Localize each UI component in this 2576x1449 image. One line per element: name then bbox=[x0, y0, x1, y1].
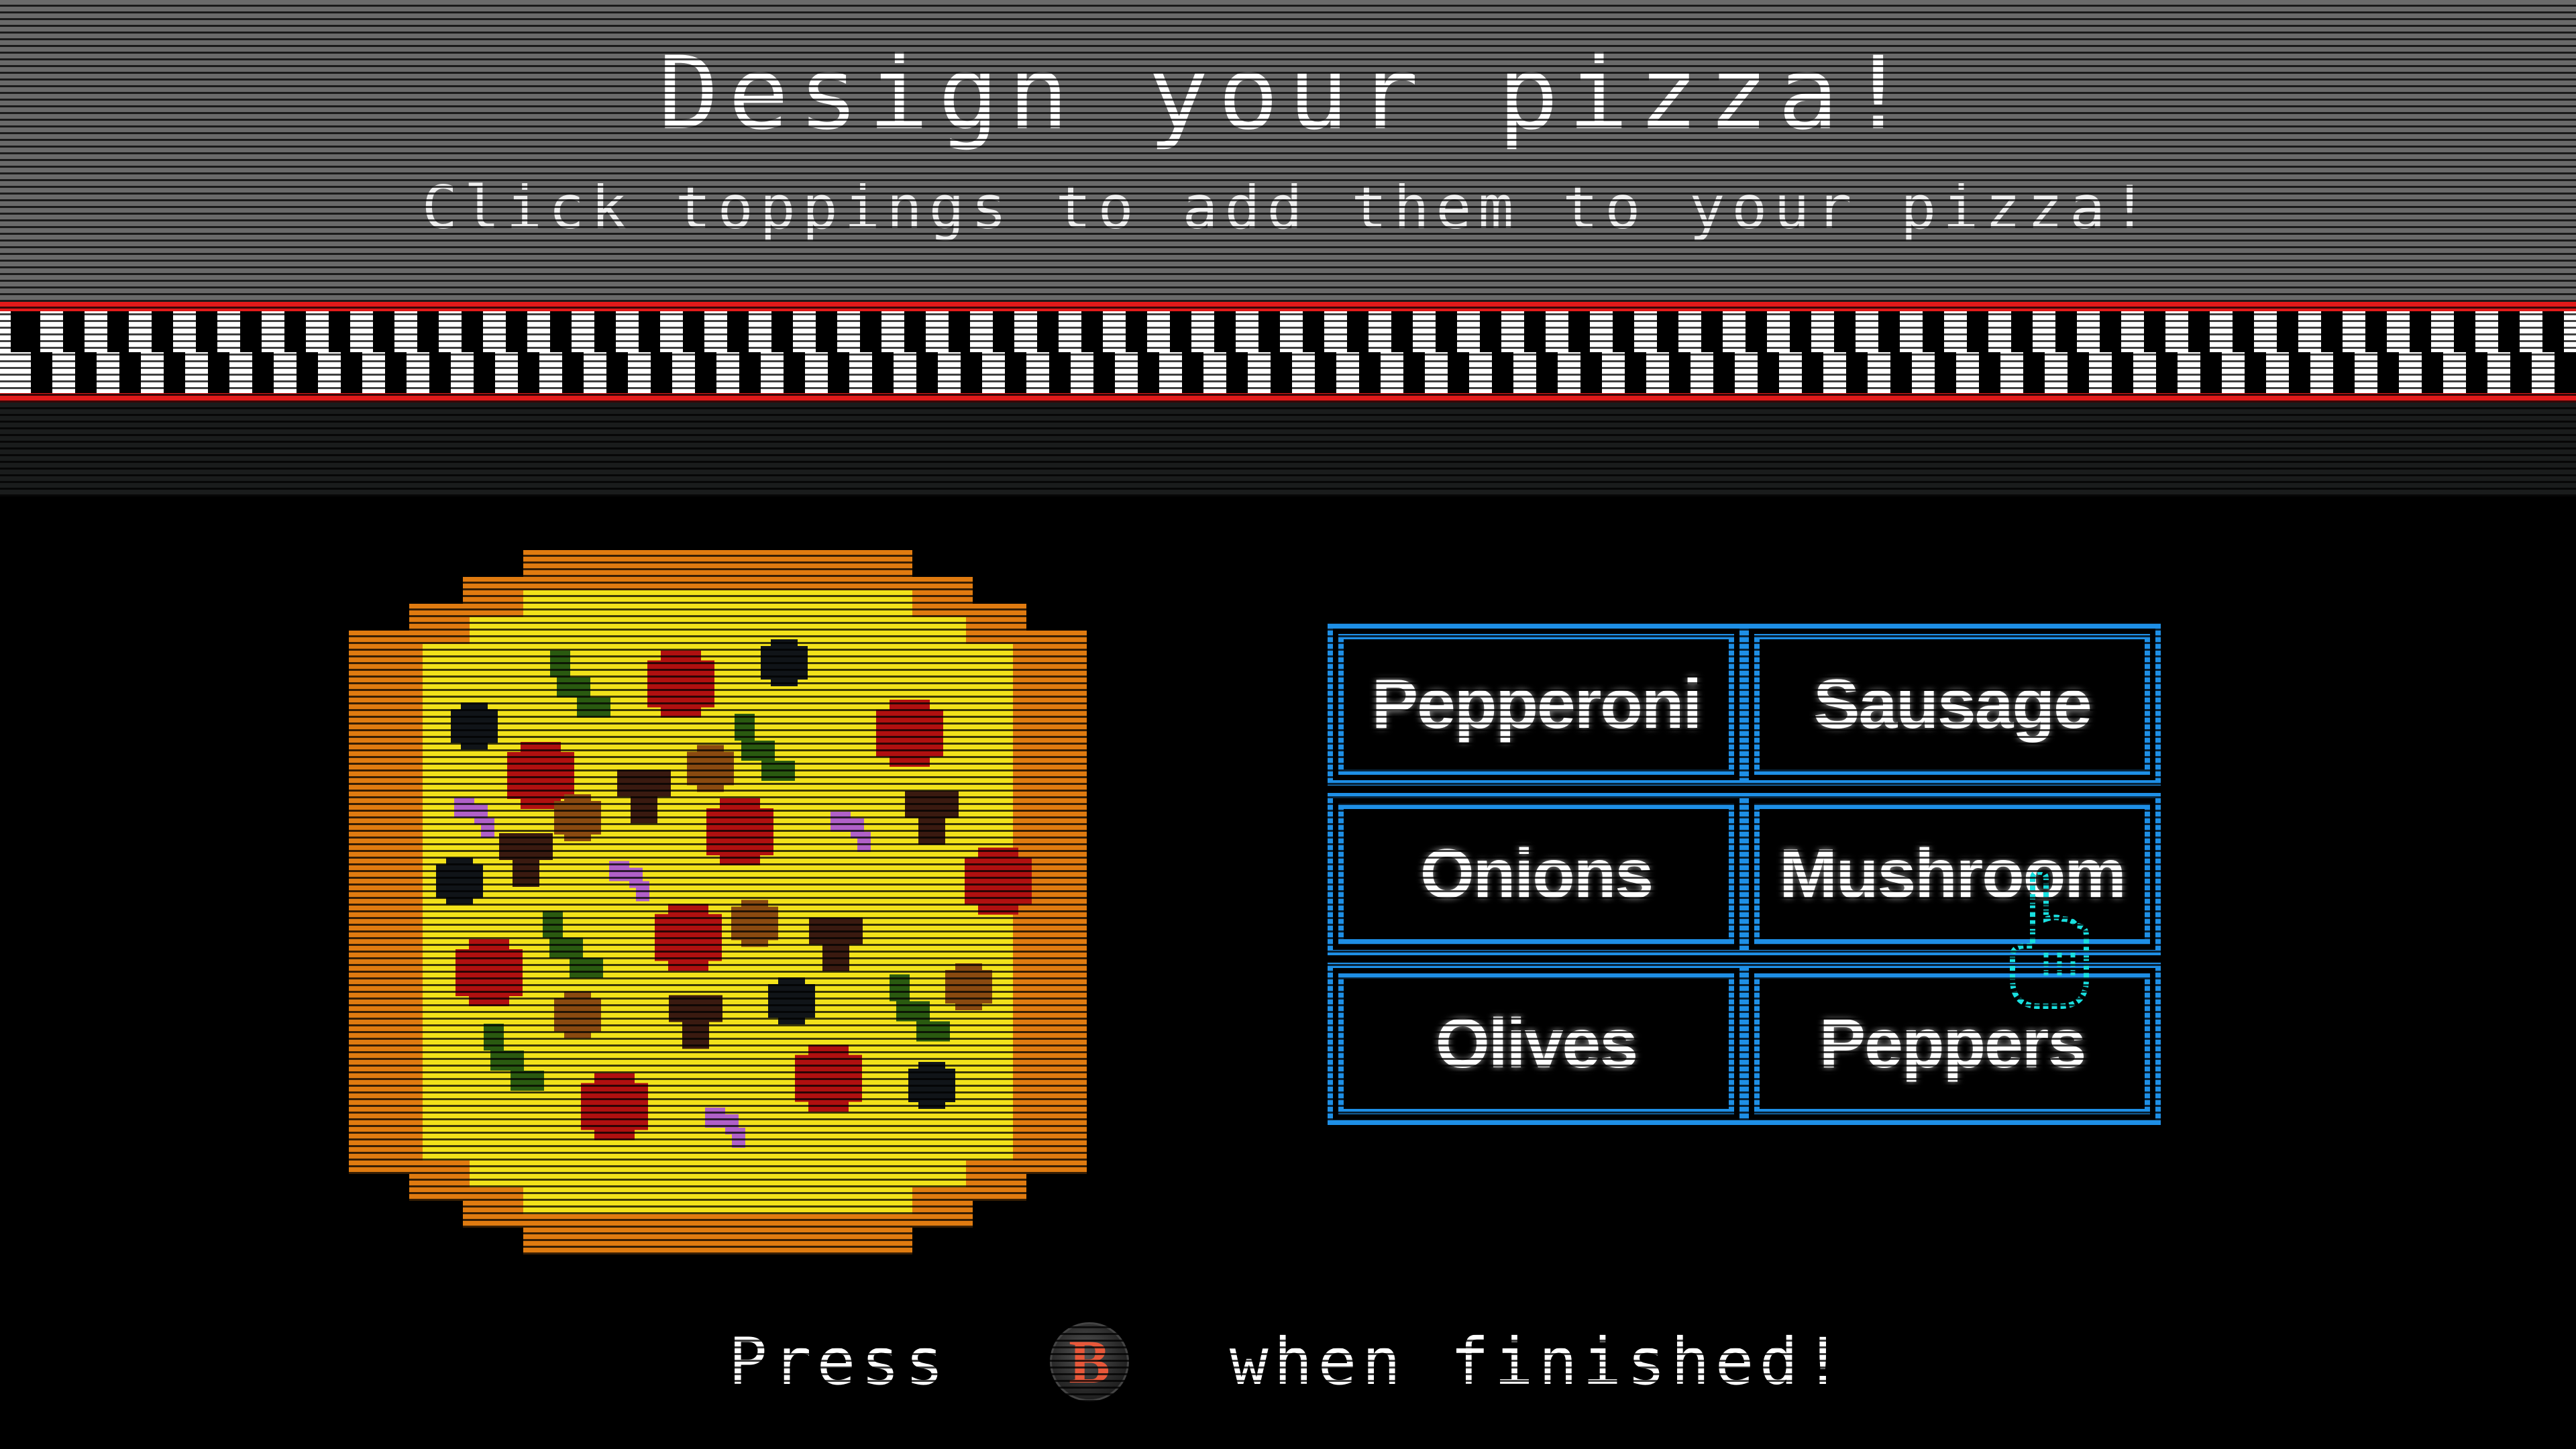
checker-red-stripe-bottom bbox=[0, 393, 2576, 402]
sausage-piece bbox=[554, 794, 601, 841]
pepperoni-piece bbox=[876, 700, 943, 767]
pepperoni-piece bbox=[455, 939, 523, 1006]
checker-row bbox=[0, 352, 2576, 393]
topping-button-olives[interactable]: Olives bbox=[1328, 963, 1745, 1125]
finished-label: when finished! bbox=[1229, 1324, 1848, 1399]
checker-row bbox=[0, 311, 2576, 352]
olive-piece bbox=[908, 1062, 955, 1109]
dark-band bbox=[0, 402, 2576, 496]
olive-piece bbox=[768, 977, 815, 1024]
sausage-piece bbox=[945, 963, 992, 1010]
header-banner: Design your pizza! Click toppings to add… bbox=[0, 0, 2576, 302]
olive-piece bbox=[436, 857, 483, 905]
pepperoni-piece bbox=[706, 798, 773, 865]
checker-red-stripe-top bbox=[0, 302, 2576, 311]
topping-button-label: Peppers bbox=[1819, 1004, 2086, 1083]
checkered-divider bbox=[0, 302, 2576, 402]
hand-pointer-cursor-icon bbox=[2010, 872, 2089, 1009]
pepperoni-piece bbox=[965, 847, 1032, 915]
pepperoni-piece bbox=[655, 904, 722, 971]
pepperoni-piece bbox=[647, 650, 714, 718]
topping-button-onions[interactable]: Onions bbox=[1328, 793, 1745, 955]
topping-button-sausage[interactable]: Sausage bbox=[1743, 623, 2161, 786]
b-button-icon[interactable]: B bbox=[1049, 1322, 1129, 1401]
page-subtitle: Click toppings to add them to your pizza… bbox=[421, 173, 2155, 242]
sausage-piece bbox=[731, 900, 778, 947]
page-title: Design your pizza! bbox=[658, 36, 1918, 152]
press-label: Press bbox=[728, 1324, 949, 1399]
topping-button-pepperoni[interactable]: Pepperoni bbox=[1328, 623, 1745, 786]
olive-piece bbox=[761, 639, 808, 686]
topping-button-label: Sausage bbox=[1813, 665, 2092, 743]
sausage-piece bbox=[554, 991, 601, 1038]
topping-button-label: Olives bbox=[1435, 1004, 1638, 1083]
pizza-preview bbox=[349, 550, 1087, 1254]
pepperoni-piece bbox=[581, 1073, 648, 1140]
footer-prompt: Press B when finished! bbox=[0, 1318, 2576, 1405]
olive-piece bbox=[451, 702, 498, 750]
sausage-piece bbox=[687, 745, 734, 792]
topping-button-label: Onions bbox=[1419, 835, 1654, 913]
b-button-glyph: B bbox=[1069, 1328, 1110, 1396]
topping-button-label: Pepperoni bbox=[1371, 665, 1703, 743]
pepperoni-piece bbox=[795, 1044, 862, 1112]
